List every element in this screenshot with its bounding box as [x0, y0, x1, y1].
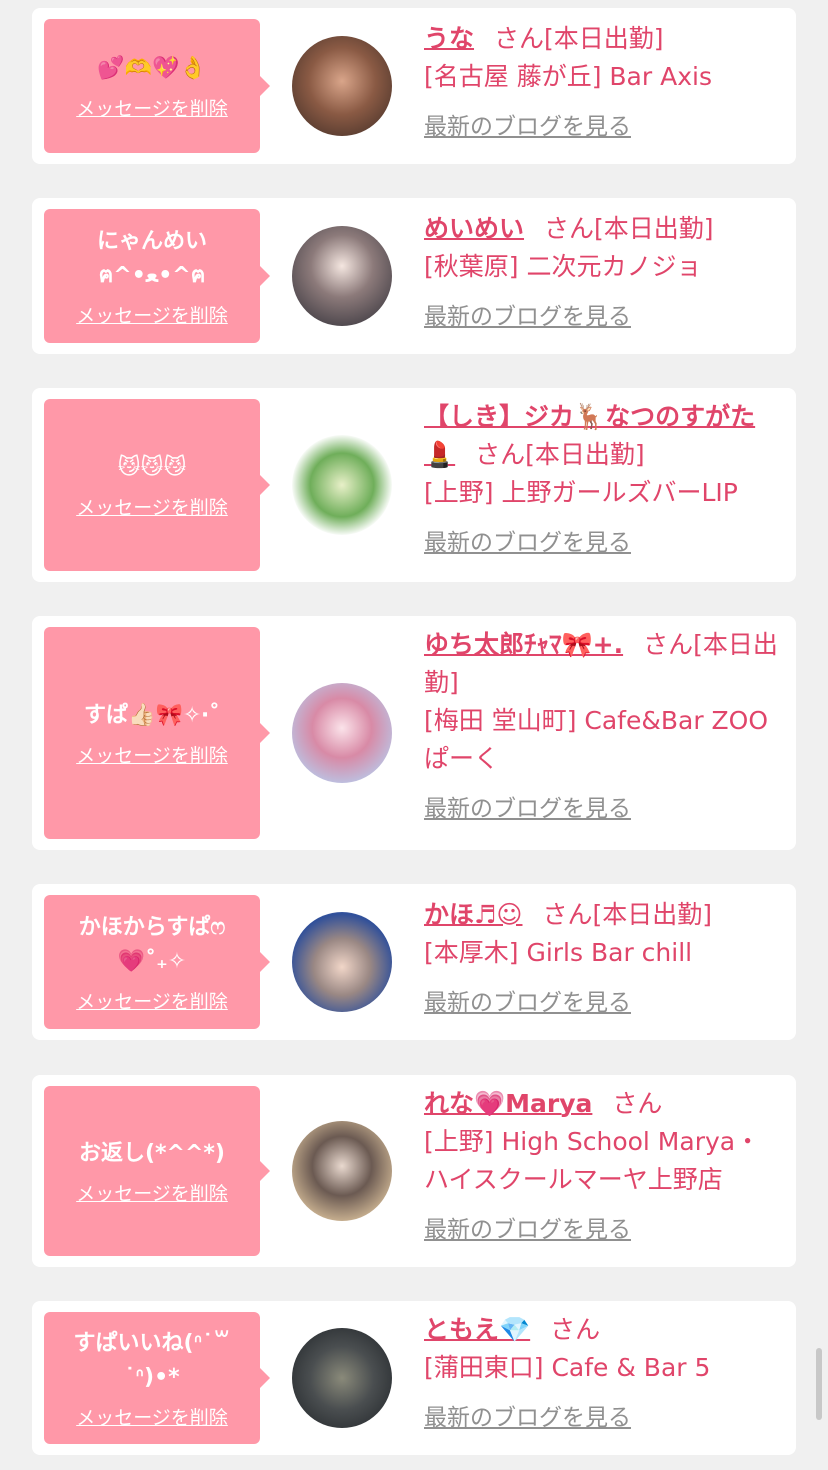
blog-link[interactable]: 最新のブログを見る [424, 984, 784, 1022]
message-bubble: すぱいいね(ᐢ˙꒳ ˙ᐢ)•* メッセージを削除 [44, 1312, 270, 1444]
cast-info: ゆち太郎ﾁｬﾏ🎀+. さん[本日出勤] [梅田 堂山町] Cafe&Bar ZOO… [424, 626, 784, 828]
avatar[interactable] [292, 1328, 392, 1428]
shop-name: [名古屋 藤が丘] Bar Axis [424, 62, 712, 91]
shop-name: [秋葉原] 二次元カノジョ [424, 252, 702, 281]
work-status: [本日出勤] [592, 900, 713, 929]
message-text: すぱ👍🏻🎀✧‧˚ [84, 702, 220, 728]
cast-info: めいめい さん[本日出勤] [秋葉原] 二次元カノジョ 最新のブログを見る [424, 210, 784, 336]
delete-message-link[interactable]: メッセージを削除 [76, 1179, 228, 1206]
cast-info: かほ♬☺︎ さん[本日出勤] [本厚木] Girls Bar chill 最新のブ… [424, 896, 784, 1022]
shop-name: [梅田 堂山町] Cafe&Bar ZOO ぱーく [424, 706, 769, 773]
delete-message-link[interactable]: メッセージを削除 [76, 1403, 228, 1430]
honorific: さん [643, 630, 694, 659]
honorific: さん [475, 440, 526, 469]
avatar[interactable] [292, 683, 392, 783]
honorific: さん [550, 1315, 601, 1344]
cast-info: 【しき】ジカ🦌なつのすがた💄 さん[本日出勤] [上野] 上野ガールズバーLIP … [424, 398, 784, 562]
blog-link[interactable]: 最新のブログを見る [424, 790, 784, 828]
list-item: 😼😼😼 メッセージを削除 【しき】ジカ🦌なつのすがた💄 さん[本日出勤] [上野]… [32, 388, 796, 582]
honorific: さん [494, 24, 545, 53]
cast-info: ともえ💎 さん [蒲田東口] Cafe & Bar 5 最新のブログを見る [424, 1311, 784, 1437]
blog-link[interactable]: 最新のブログを見る [424, 1211, 784, 1249]
message-bubble: お返し(*^^*) メッセージを削除 [44, 1086, 270, 1256]
list-item: お返し(*^^*) メッセージを削除 れな💗Marya さん [上野] High … [32, 1075, 796, 1267]
delete-message-link[interactable]: メッセージを削除 [76, 493, 228, 520]
cast-name-link[interactable]: うな [424, 24, 474, 53]
work-status: [本日出勤] [594, 214, 714, 243]
delete-message-link[interactable]: メッセージを削除 [76, 741, 228, 768]
shop-name: [蒲田東口] Cafe & Bar 5 [424, 1353, 711, 1382]
cast-name-link[interactable]: かほ♬☺︎ [424, 900, 522, 929]
blog-link[interactable]: 最新のブログを見る [424, 108, 784, 146]
delete-message-link[interactable]: メッセージを削除 [76, 94, 228, 121]
message-bubble: すぱ👍🏻🎀✧‧˚ メッセージを削除 [44, 627, 270, 839]
avatar[interactable] [292, 36, 392, 136]
work-status: [本日出勤] [544, 24, 664, 53]
delete-message-link[interactable]: メッセージを削除 [76, 301, 228, 328]
avatar[interactable] [292, 226, 392, 326]
list-item: すぱいいね(ᐢ˙꒳ ˙ᐢ)•* メッセージを削除 ともえ💎 さん [蒲田東口] C… [32, 1301, 796, 1455]
message-text: 😼😼😼 [117, 454, 187, 480]
message-text: お返し(*^^*) [79, 1140, 225, 1166]
shop-name: [上野] High School Marya・ハイスクールマーヤ上野店 [424, 1127, 761, 1194]
cast-name-link[interactable]: れな💗Marya [424, 1089, 592, 1118]
shop-name: [上野] 上野ガールズバーLIP [424, 478, 738, 507]
avatar[interactable] [292, 435, 392, 535]
blog-link[interactable]: 最新のブログを見る [424, 298, 784, 336]
cast-name-link[interactable]: めいめい [424, 214, 524, 243]
cast-name-link[interactable]: ともえ💎 [424, 1315, 530, 1344]
cast-info: うな さん[本日出勤] [名古屋 藤が丘] Bar Axis 最新のブログを見る [424, 20, 784, 146]
delete-message-link[interactable]: メッセージを削除 [76, 987, 228, 1014]
message-bubble: かほからすぱෆ 💗˚₊✧ メッセージを削除 [44, 895, 270, 1029]
avatar[interactable] [292, 1121, 392, 1221]
blog-link[interactable]: 最新のブログを見る [424, 1399, 784, 1437]
cast-name-link[interactable]: ゆち太郎ﾁｬﾏ🎀+. [424, 630, 623, 659]
honorific: さん [544, 214, 595, 243]
list-item: かほからすぱෆ 💗˚₊✧ メッセージを削除 かほ♬☺︎ さん[本日出勤] [本厚木… [32, 884, 796, 1040]
message-bubble: 💕🫶💖👌 メッセージを削除 [44, 19, 270, 153]
honorific: さん [612, 1089, 663, 1118]
blog-link[interactable]: 最新のブログを見る [424, 524, 784, 562]
message-text: かほからすぱෆ 💗˚₊✧ [78, 914, 226, 974]
list-item: 💕🫶💖👌 メッセージを削除 うな さん[本日出勤] [名古屋 藤が丘] Bar A… [32, 8, 796, 164]
honorific: さん [542, 900, 593, 929]
message-bubble: 😼😼😼 メッセージを削除 [44, 399, 270, 571]
message-text: すぱいいね(ᐢ˙꒳ ˙ᐢ)•* [73, 1330, 231, 1390]
shop-name: [本厚木] Girls Bar chill [424, 938, 693, 967]
list-item: にゃんめい ฅ^•ﻌ•^ฅ メッセージを削除 めいめい さん[本日出勤] [秋葉原… [32, 198, 796, 354]
avatar[interactable] [292, 912, 392, 1012]
list-item: すぱ👍🏻🎀✧‧˚ メッセージを削除 ゆち太郎ﾁｬﾏ🎀+. さん[本日出勤] [梅田… [32, 616, 796, 850]
cast-info: れな💗Marya さん [上野] High School Marya・ハイスクール… [424, 1085, 784, 1249]
work-status: [本日出勤] [525, 440, 645, 469]
scrollbar[interactable] [816, 1348, 822, 1420]
message-bubble: にゃんめい ฅ^•ﻌ•^ฅ メッセージを削除 [44, 209, 270, 343]
message-text: にゃんめい ฅ^•ﻌ•^ฅ [96, 228, 207, 288]
message-text: 💕🫶💖👌 [97, 55, 207, 81]
